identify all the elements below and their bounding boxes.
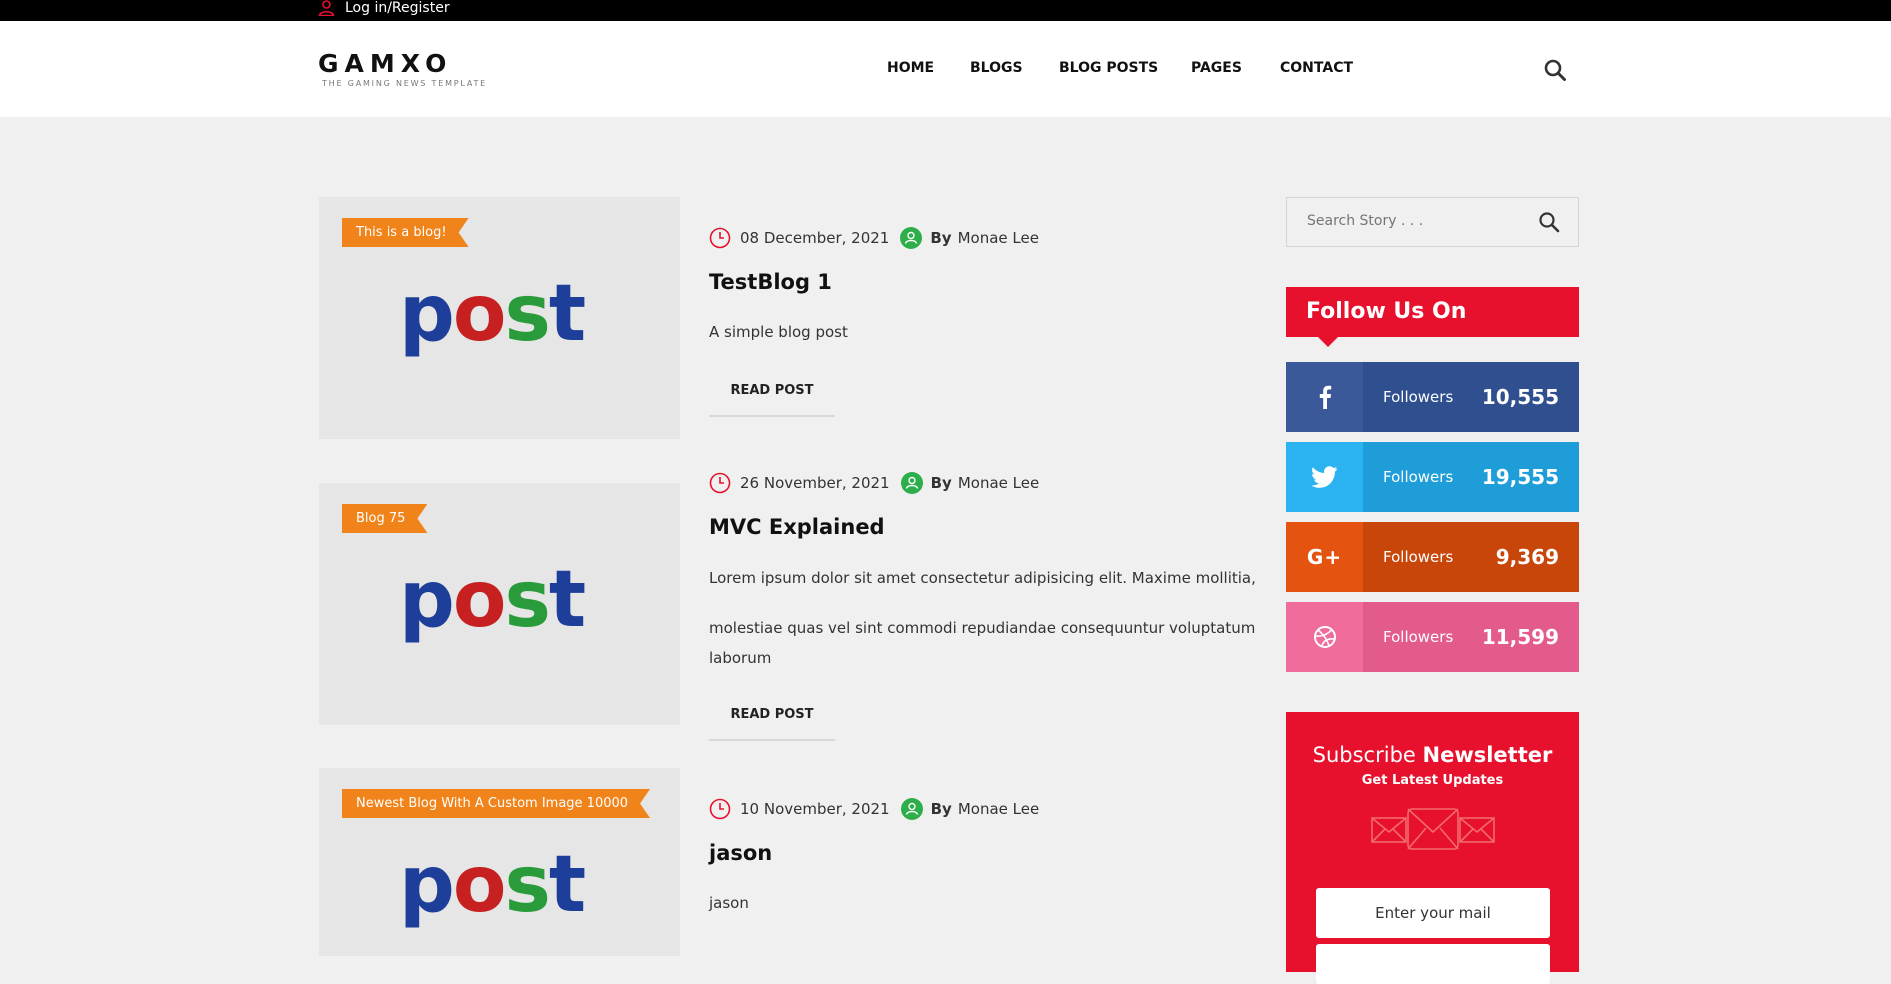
clock-icon [709, 227, 731, 249]
post-ribbon: Newest Blog With A Custom Image 10000 [342, 789, 650, 818]
social-google-plus[interactable]: G+ Followers 9,369 [1286, 522, 1579, 592]
search-icon[interactable] [1543, 58, 1567, 82]
post-thumbnail[interactable]: Newest Blog With A Custom Image 10000 po… [319, 768, 680, 956]
user-icon [318, 0, 335, 16]
login-register-label[interactable]: Log in/Register [345, 0, 450, 16]
envelopes-icon [1370, 808, 1495, 850]
nav-blog-posts[interactable]: BLOG POSTS [1059, 60, 1158, 76]
read-post-button[interactable]: READ POST [709, 368, 835, 417]
logo-word: GAMXO [318, 49, 453, 78]
read-post-button[interactable]: READ POST [709, 692, 835, 741]
nav-blogs[interactable]: BLOGS [970, 60, 1023, 76]
social-dribbble[interactable]: Followers 11,599 [1286, 602, 1579, 672]
post-thumbnail[interactable]: This is a blog! post [319, 197, 680, 439]
post-date: 08 December, 2021 [740, 229, 890, 247]
post-title[interactable]: jason [709, 841, 772, 865]
nav-contact[interactable]: CONTACT [1280, 60, 1353, 76]
newsletter-box: Subscribe Newsletter Get Latest Updates … [1286, 712, 1579, 984]
post-meta: 26 November, 2021 By Monae Lee [709, 472, 1039, 494]
post-title[interactable]: TestBlog 1 [709, 270, 832, 294]
post-image-word: post [399, 555, 586, 645]
newsletter-title-bold: Newsletter [1422, 743, 1553, 767]
post-excerpt-line: molestiae quas vel sint commodi repudian… [709, 619, 1256, 667]
newsletter-title-light: Subscribe [1312, 743, 1416, 767]
post-ribbon: This is a blog! [342, 218, 469, 247]
post-by: By [930, 800, 952, 818]
post-meta: 10 November, 2021 By Monae Lee [709, 798, 1039, 820]
social-count: 19,555 [1481, 465, 1559, 489]
post-author[interactable]: Monae Lee [958, 474, 1039, 492]
login-register-link[interactable]: Log in/Register [318, 0, 450, 16]
author-icon [900, 798, 923, 820]
newsletter-title: Subscribe Newsletter [1286, 743, 1579, 767]
social-count: 11,599 [1481, 625, 1559, 649]
post-author[interactable]: Monae Lee [958, 229, 1039, 247]
clock-icon [709, 798, 731, 820]
post-excerpt: jason [709, 888, 1269, 918]
post-excerpt: Lorem ipsum dolor sit amet consectetur a… [709, 563, 1269, 673]
post-date: 10 November, 2021 [740, 800, 890, 818]
nav-home[interactable]: HOME [887, 60, 934, 76]
post-image-word: post [399, 269, 586, 359]
post-title[interactable]: MVC Explained [709, 515, 885, 539]
post-by: By [930, 474, 952, 492]
clock-icon [709, 472, 731, 494]
post-thumbnail[interactable]: Blog 75 post [319, 483, 680, 725]
twitter-icon [1286, 442, 1363, 512]
nav-pages[interactable]: PAGES [1191, 60, 1242, 76]
author-icon [900, 227, 923, 249]
dribbble-icon [1286, 602, 1363, 672]
google-plus-icon: G+ [1286, 522, 1363, 592]
social-twitter[interactable]: Followers 19,555 [1286, 442, 1579, 512]
post-ribbon: Blog 75 [342, 504, 427, 533]
newsletter-subscribe-button[interactable] [1316, 944, 1550, 984]
site-header: GAMXO THE GAMING NEWS TEMPLATE HOME BLOG… [0, 21, 1891, 117]
sidebar-search [1286, 197, 1579, 247]
newsletter-email-field[interactable]: Enter your mail [1316, 888, 1550, 938]
author-icon [900, 472, 923, 494]
social-label: Followers [1383, 388, 1454, 406]
follow-us-heading: Follow Us On [1286, 287, 1579, 347]
post-excerpt: A simple blog post [709, 317, 1269, 347]
post-excerpt-line: Lorem ipsum dolor sit amet consectetur a… [709, 569, 1256, 587]
social-count: 9,369 [1495, 545, 1559, 569]
site-logo[interactable]: GAMXO THE GAMING NEWS TEMPLATE [318, 49, 488, 89]
post-image-word: post [399, 840, 586, 930]
search-icon[interactable] [1538, 211, 1560, 233]
post-meta: 08 December, 2021 By Monae Lee [709, 227, 1039, 249]
post-by: By [930, 229, 952, 247]
newsletter-subtitle: Get Latest Updates [1361, 773, 1504, 788]
facebook-icon [1286, 362, 1363, 432]
social-label: Followers [1383, 468, 1454, 486]
social-label: Followers [1383, 548, 1454, 566]
social-label: Followers [1383, 628, 1454, 646]
post-author[interactable]: Monae Lee [958, 800, 1039, 818]
post-excerpt-line: jason [709, 894, 749, 912]
social-facebook[interactable]: Followers 10,555 [1286, 362, 1579, 432]
logo-tagline: THE GAMING NEWS TEMPLATE [322, 79, 488, 88]
sidebar-search-input[interactable] [1305, 212, 1529, 230]
post-date: 26 November, 2021 [740, 474, 890, 492]
social-count: 10,555 [1481, 385, 1559, 409]
post-excerpt-line: A simple blog post [709, 323, 848, 341]
top-bar: Log in/Register [0, 0, 1891, 21]
